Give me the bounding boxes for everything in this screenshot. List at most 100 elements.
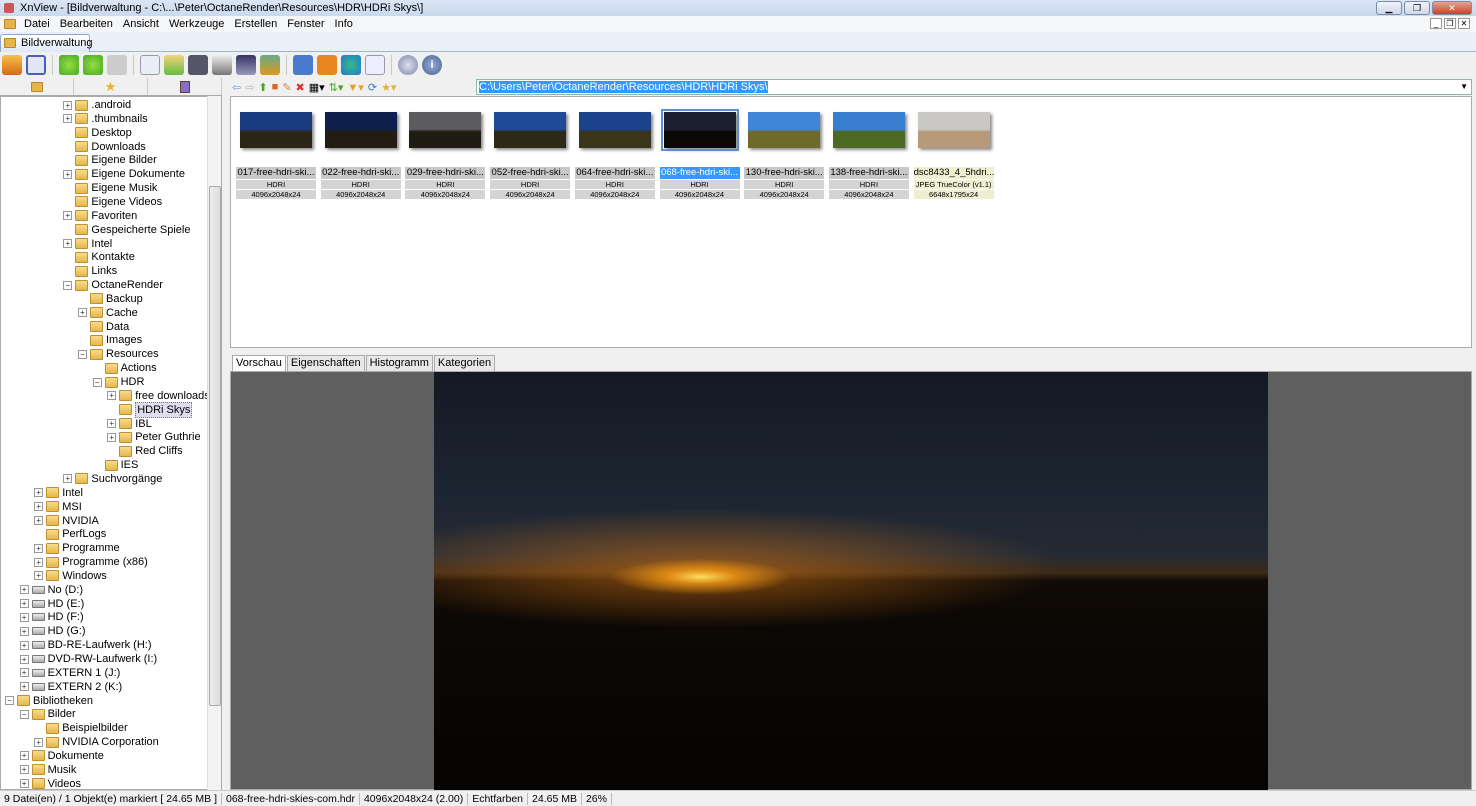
expand-toggle[interactable]: + <box>107 419 117 429</box>
tree-item[interactable]: Kontakte <box>63 250 135 264</box>
rename-icon[interactable]: ✎ <box>282 81 291 94</box>
tab-bildverwaltung[interactable]: Bildverwaltung <box>0 34 93 52</box>
menu-fenster[interactable]: Fenster <box>282 18 329 30</box>
slideshow-icon[interactable] <box>317 55 337 75</box>
tree-item[interactable]: + Videos <box>19 777 81 789</box>
tree-item[interactable]: − Resources <box>78 347 159 361</box>
refresh-icon[interactable]: ⟳ <box>368 81 377 94</box>
tree-item[interactable]: Gespeicherte Spiele <box>63 223 190 237</box>
expand-toggle[interactable]: + <box>34 502 44 512</box>
tree-item[interactable]: − HDR <box>92 375 144 389</box>
tree-item[interactable]: Actions <box>93 361 157 375</box>
tree-item[interactable]: + Programme <box>34 541 120 555</box>
thumbnail-item[interactable]: 138-free-hdri-ski... HDRI 4096x2048x24 <box>828 105 909 199</box>
tree-item[interactable]: + HD (G:) <box>19 624 85 638</box>
tree-item[interactable]: + Programme (x86) <box>34 555 148 569</box>
tab-histogramm[interactable]: Histogramm <box>365 355 433 371</box>
mdi-restore-button[interactable]: ❐ <box>1444 18 1456 29</box>
thumbnail-item[interactable]: 022-free-hdri-ski... HDRI 4096x2048x24 <box>320 105 401 199</box>
tree-item[interactable]: + NVIDIA <box>34 514 99 528</box>
info-icon[interactable]: i <box>422 55 442 75</box>
tree-item[interactable]: + Cache <box>78 306 138 320</box>
expand-toggle[interactable]: + <box>34 571 44 581</box>
expand-toggle[interactable]: + <box>19 654 29 664</box>
tree-item[interactable]: + Windows <box>34 569 107 583</box>
menu-bearbeiten[interactable]: Bearbeiten <box>55 18 118 30</box>
tab-eigenschaften[interactable]: Eigenschaften <box>286 355 365 371</box>
transform-icon[interactable] <box>107 55 127 75</box>
tree-item[interactable]: Images <box>78 333 142 347</box>
rotate-right-icon[interactable] <box>83 55 103 75</box>
tree-item[interactable]: + DVD-RW-Laufwerk (I:) <box>19 652 157 666</box>
expand-toggle[interactable]: + <box>78 308 87 318</box>
properties-icon[interactable] <box>140 55 160 75</box>
print-icon[interactable] <box>212 55 232 75</box>
expand-toggle[interactable]: − <box>78 349 87 359</box>
tab-kategorien[interactable]: Kategorien <box>433 355 496 371</box>
close-button[interactable]: ✕ <box>1432 1 1472 15</box>
tree-item[interactable]: Downloads <box>63 140 146 154</box>
sort-icon[interactable]: ⇅▾ <box>329 81 344 94</box>
tree-item[interactable]: + Favoriten <box>63 209 137 223</box>
expand-toggle[interactable]: + <box>63 114 73 124</box>
tree-item[interactable]: − Bilder <box>19 707 76 721</box>
back-arrow-icon[interactable]: ⇦ <box>232 81 241 94</box>
capture-icon[interactable] <box>293 55 313 75</box>
tree-item[interactable]: Desktop <box>63 126 132 140</box>
view-image-icon[interactable] <box>2 55 22 75</box>
tree-item[interactable]: Data <box>78 320 129 334</box>
tree-item[interactable]: + Suchvorgänge <box>63 472 162 486</box>
expand-toggle[interactable]: + <box>19 668 29 678</box>
tab-vorschau[interactable]: Vorschau <box>232 355 286 371</box>
expand-toggle[interactable]: + <box>19 765 29 775</box>
menu-info[interactable]: Info <box>330 18 358 30</box>
tree-item[interactable]: HDRi Skys <box>107 401 193 418</box>
path-dropdown-icon[interactable]: ▼ <box>1460 80 1468 94</box>
maximize-button[interactable]: ❐ <box>1404 1 1430 15</box>
web-page-icon[interactable] <box>341 55 361 75</box>
tree-item[interactable]: + HD (E:) <box>19 597 84 611</box>
expand-toggle[interactable]: + <box>63 474 73 484</box>
mdi-close-button[interactable]: ✕ <box>1458 18 1470 29</box>
tree-item[interactable]: + No (D:) <box>19 583 83 597</box>
thumbnail-item[interactable]: 017-free-hdri-ski... HDRI 4096x2048x24 <box>236 105 316 199</box>
tree-item[interactable]: Backup <box>78 292 143 306</box>
thumbnail-item[interactable]: 052-free-hdri-ski... HDRI 4096x2048x24 <box>490 105 571 199</box>
forward-arrow-icon[interactable]: ⇨ <box>245 81 254 94</box>
favorites-star-icon[interactable]: ★▾ <box>381 81 396 94</box>
tab-categories[interactable] <box>148 78 222 95</box>
expand-toggle[interactable]: + <box>19 682 29 692</box>
expand-toggle[interactable]: + <box>19 599 29 609</box>
tree-item[interactable]: + Dokumente <box>19 749 104 763</box>
expand-toggle[interactable]: + <box>19 585 29 595</box>
binoculars-search-icon[interactable] <box>188 55 208 75</box>
tree-item[interactable]: − Bibliotheken <box>5 694 93 708</box>
tree-item[interactable]: + HD (F:) <box>19 610 84 624</box>
delete-icon[interactable]: ✖ <box>296 81 305 94</box>
settings-gear-icon[interactable] <box>398 55 418 75</box>
panel-splitter[interactable] <box>222 96 230 790</box>
tab-favorites[interactable]: ★ <box>74 78 148 95</box>
tree-item[interactable]: + MSI <box>34 500 82 514</box>
scan-icon[interactable] <box>236 55 256 75</box>
tab-folders[interactable] <box>0 78 74 95</box>
expand-toggle[interactable]: − <box>92 377 102 387</box>
tree-item[interactable]: + BD-RE-Laufwerk (H:) <box>19 638 152 652</box>
tree-item[interactable]: + EXTERN 2 (K:) <box>19 680 122 694</box>
path-input[interactable]: C:\Users\Peter\OctaneRender\Resources\HD… <box>476 79 1472 95</box>
tree-item[interactable]: + Musik <box>19 763 76 777</box>
thumbnail-item[interactable]: 064-free-hdri-ski... HDRI 4096x2048x24 <box>574 105 655 199</box>
minimize-button[interactable]: ▁ <box>1376 1 1402 15</box>
rotate-left-icon[interactable] <box>59 55 79 75</box>
convert-icon[interactable] <box>260 55 280 75</box>
expand-toggle[interactable]: + <box>19 640 29 650</box>
tree-item[interactable]: Eigene Videos <box>63 195 162 209</box>
expand-toggle[interactable]: − <box>5 696 14 706</box>
tree-item[interactable]: + Peter Guthrie <box>107 430 201 444</box>
expand-toggle[interactable]: + <box>19 626 29 636</box>
expand-toggle[interactable]: + <box>107 391 117 401</box>
fullscreen-icon[interactable] <box>26 55 46 75</box>
tree-item[interactable]: Links <box>63 264 117 278</box>
tree-item[interactable]: Red Cliffs <box>107 444 183 458</box>
tree-item[interactable]: + Eigene Dokumente <box>63 167 185 181</box>
